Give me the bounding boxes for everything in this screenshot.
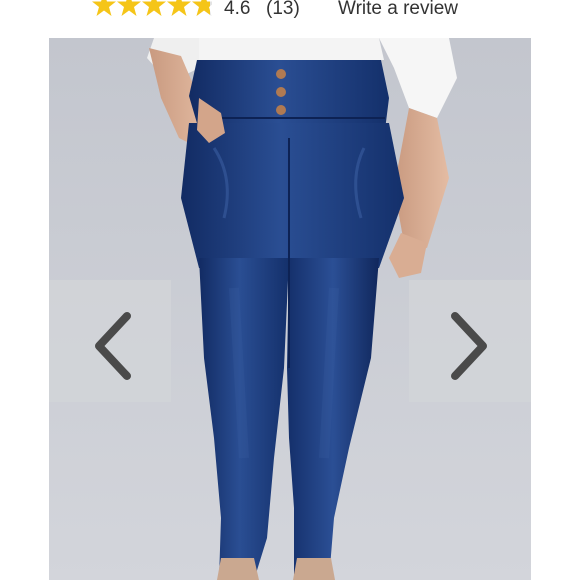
review-count: (13) <box>266 0 300 19</box>
chevron-right-icon <box>451 312 487 380</box>
write-review-link[interactable]: Write a review <box>338 0 458 20</box>
star-icon <box>167 0 191 16</box>
product-image-gallery[interactable] <box>49 38 531 580</box>
star-icon <box>142 0 166 16</box>
chevron-left-icon <box>95 312 131 380</box>
previous-image-button[interactable] <box>49 280 171 402</box>
rating-row: 4.6 (13) Write a review <box>0 0 580 30</box>
star-rating <box>92 0 212 22</box>
star-half-icon <box>192 0 210 16</box>
star-icon <box>117 0 141 16</box>
next-image-button[interactable] <box>409 280 531 402</box>
star-icon <box>92 0 116 16</box>
rating-value: 4.6 <box>224 0 251 19</box>
